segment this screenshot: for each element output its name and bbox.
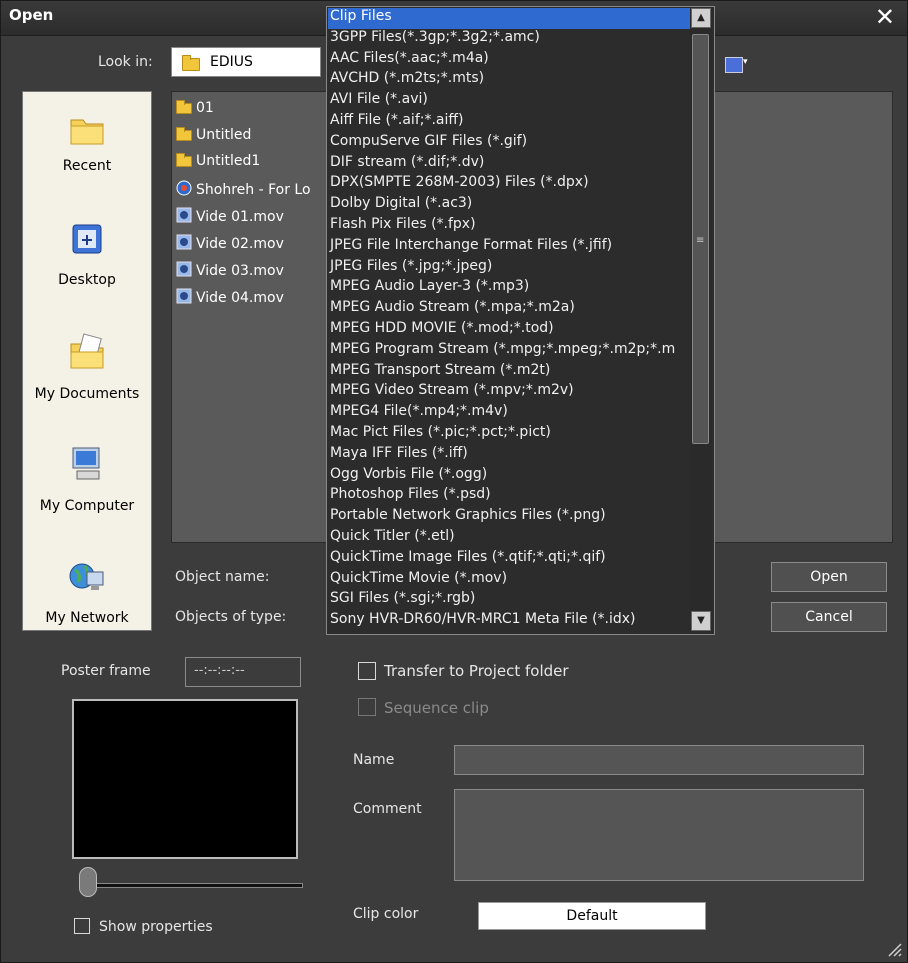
dropdown-option[interactable]: SGI Files (*.sgi;*.rgb) [330,590,475,611]
poster-timecode-field[interactable]: --:--:--:-- [185,657,301,687]
list-item[interactable]: Untitled [176,127,251,143]
quicktime-icon [176,288,192,304]
list-item[interactable]: 01 [176,100,214,116]
look-in-value: EDIUS [210,54,253,70]
scroll-up-icon[interactable]: ▲ [691,8,711,28]
scroll-down-icon[interactable]: ▼ [691,611,711,631]
place-label: Desktop [58,272,116,288]
place-label: Recent [62,158,112,174]
dropdown-option[interactable]: MPEG Program Stream (*.mpg;*.mpeg;*.m2p;… [330,341,675,362]
list-item[interactable]: Untitled1 [176,153,260,169]
dropdown-option[interactable]: MPEG Video Stream (*.mpv;*.m2v) [330,382,574,403]
my-documents-icon [70,333,104,369]
close-icon[interactable]: ✕ [875,3,895,31]
transfer-label: Transfer to Project folder [384,662,569,680]
dropdown-option[interactable]: DIF stream (*.dif;*.dv) [330,154,484,175]
dropdown-option[interactable]: QuickTime Movie (*.mov) [330,570,507,591]
dropdown-option[interactable]: Sony HVR-DR60/HVR-MRC1 Meta File (*.idx) [330,611,636,632]
list-item[interactable]: Shohreh - For Lo [176,180,311,198]
dropdown-option[interactable]: QuickTime Image Files (*.qtif;*.qti;*.qi… [330,549,606,570]
place-label: My Documents [34,386,140,402]
clip-color-button[interactable]: Default [478,902,706,930]
dropdown-option[interactable]: AVI File (*.avi) [330,91,428,112]
dropdown-option[interactable]: AVCHD (*.m2ts;*.mts) [330,70,484,91]
poster-preview [72,699,298,859]
quicktime-icon [176,261,192,277]
dropdown-option[interactable]: MPEG Audio Layer-3 (*.mp3) [330,278,529,299]
quicktime-icon [176,207,192,223]
sequence-clip-checkbox [358,698,376,716]
dropdown-option[interactable]: MPEG Transport Stream (*.m2t) [330,362,550,383]
dropdown-option[interactable]: Flash Pix Files (*.fpx) [330,216,476,237]
dropdown-option[interactable]: MPEG4 File(*.mp4;*.m4v) [330,403,508,424]
dropdown-scrollbar[interactable]: ▲ ≡ ▼ [690,8,712,632]
cancel-button[interactable]: Cancel [771,602,887,632]
show-properties-checkbox[interactable] [74,918,90,934]
desktop-icon [72,224,102,254]
sequence-clip-label: Sequence clip [384,699,489,717]
view-menu-chevron-icon[interactable]: ▾ [743,57,748,67]
places-bar: Recent Desktop My Documents My Computer … [22,91,152,631]
dropdown-option[interactable]: Portable Network Graphics Files (*.png) [330,507,606,528]
open-button[interactable]: Open [771,562,887,592]
list-item[interactable]: Vide 03.mov [176,261,284,279]
dialog-title: Open [9,6,54,24]
dropdown-option[interactable]: 3GPP Files(*.3gp;*.3g2;*.amc) [330,29,540,50]
file-type-dropdown[interactable]: Clip Files 3GPP Files(*.3gp;*.3g2;*.amc) A… [326,6,715,635]
dropdown-option[interactable]: Maya IFF Files (*.iff) [330,445,468,466]
object-name-label: Object name: [175,569,270,585]
dropdown-option[interactable]: DPX(SMPTE 268M-2003) Files (*.dpx) [330,174,589,195]
quicktime-icon [176,234,192,250]
list-item[interactable]: Vide 02.mov [176,234,284,252]
place-label: My Network [45,610,129,626]
view-menu-icon[interactable] [725,57,743,73]
dropdown-option[interactable]: Clip Files [328,8,692,29]
dropdown-option[interactable]: JPEG File Interchange Format Files (*.jf… [330,237,612,258]
comment-field[interactable] [454,789,864,881]
clip-color-label: Clip color [353,906,419,922]
folder-icon [176,153,192,167]
dropdown-option[interactable]: Ogg Vorbis File (*.ogg) [330,466,487,487]
poster-slider-handle[interactable] [79,867,97,897]
scrollbar-thumb[interactable]: ≡ [692,34,709,444]
name-field[interactable] [454,745,864,775]
dropdown-option[interactable]: Aiff File (*.aif;*.aiff) [330,112,464,133]
my-computer-icon [72,447,100,480]
look-in-label: Look in: [98,54,153,70]
recent-folder-icon [70,119,104,145]
folder-icon [176,127,192,141]
folder-icon [176,100,192,114]
open-dialog: Open ✕ Look in: EDIUS ▾ Recent Desktop M… [0,0,908,963]
look-in-combo[interactable]: EDIUS [171,47,321,77]
resize-grip-icon[interactable] [883,938,903,958]
list-item[interactable]: Vide 04.mov [176,288,284,306]
dropdown-option[interactable]: Dolby Digital (*.ac3) [330,195,472,216]
transfer-checkbox[interactable] [358,662,376,680]
dropdown-option[interactable]: JPEG Files (*.jpg;*.jpeg) [330,258,492,279]
list-item[interactable]: Vide 01.mov [176,207,284,225]
show-properties-label: Show properties [99,919,213,935]
project-file-icon [176,180,192,196]
my-network-icon [69,563,104,590]
name-label: Name [353,752,395,768]
dropdown-option[interactable]: Quick Titler (*.etl) [330,528,455,549]
place-label: My Computer [39,498,135,514]
poster-frame-label: Poster frame [61,663,151,679]
dropdown-option[interactable]: Photoshop Files (*.psd) [330,486,491,507]
dropdown-option[interactable]: Mac Pict Files (*.pic;*.pct;*.pict) [330,424,551,445]
poster-slider-track[interactable] [91,883,303,888]
dropdown-option[interactable]: CompuServe GIF Files (*.gif) [330,133,527,154]
dropdown-option[interactable]: MPEG Audio Stream (*.mpa;*.m2a) [330,299,575,320]
folder-icon [182,55,200,71]
dropdown-option[interactable]: MPEG HDD MOVIE (*.mod;*.tod) [330,320,554,341]
comment-label: Comment [353,801,422,817]
objects-of-type-label: Objects of type: [175,609,287,625]
dropdown-option[interactable]: AAC Files(*.aac;*.m4a) [330,50,489,71]
